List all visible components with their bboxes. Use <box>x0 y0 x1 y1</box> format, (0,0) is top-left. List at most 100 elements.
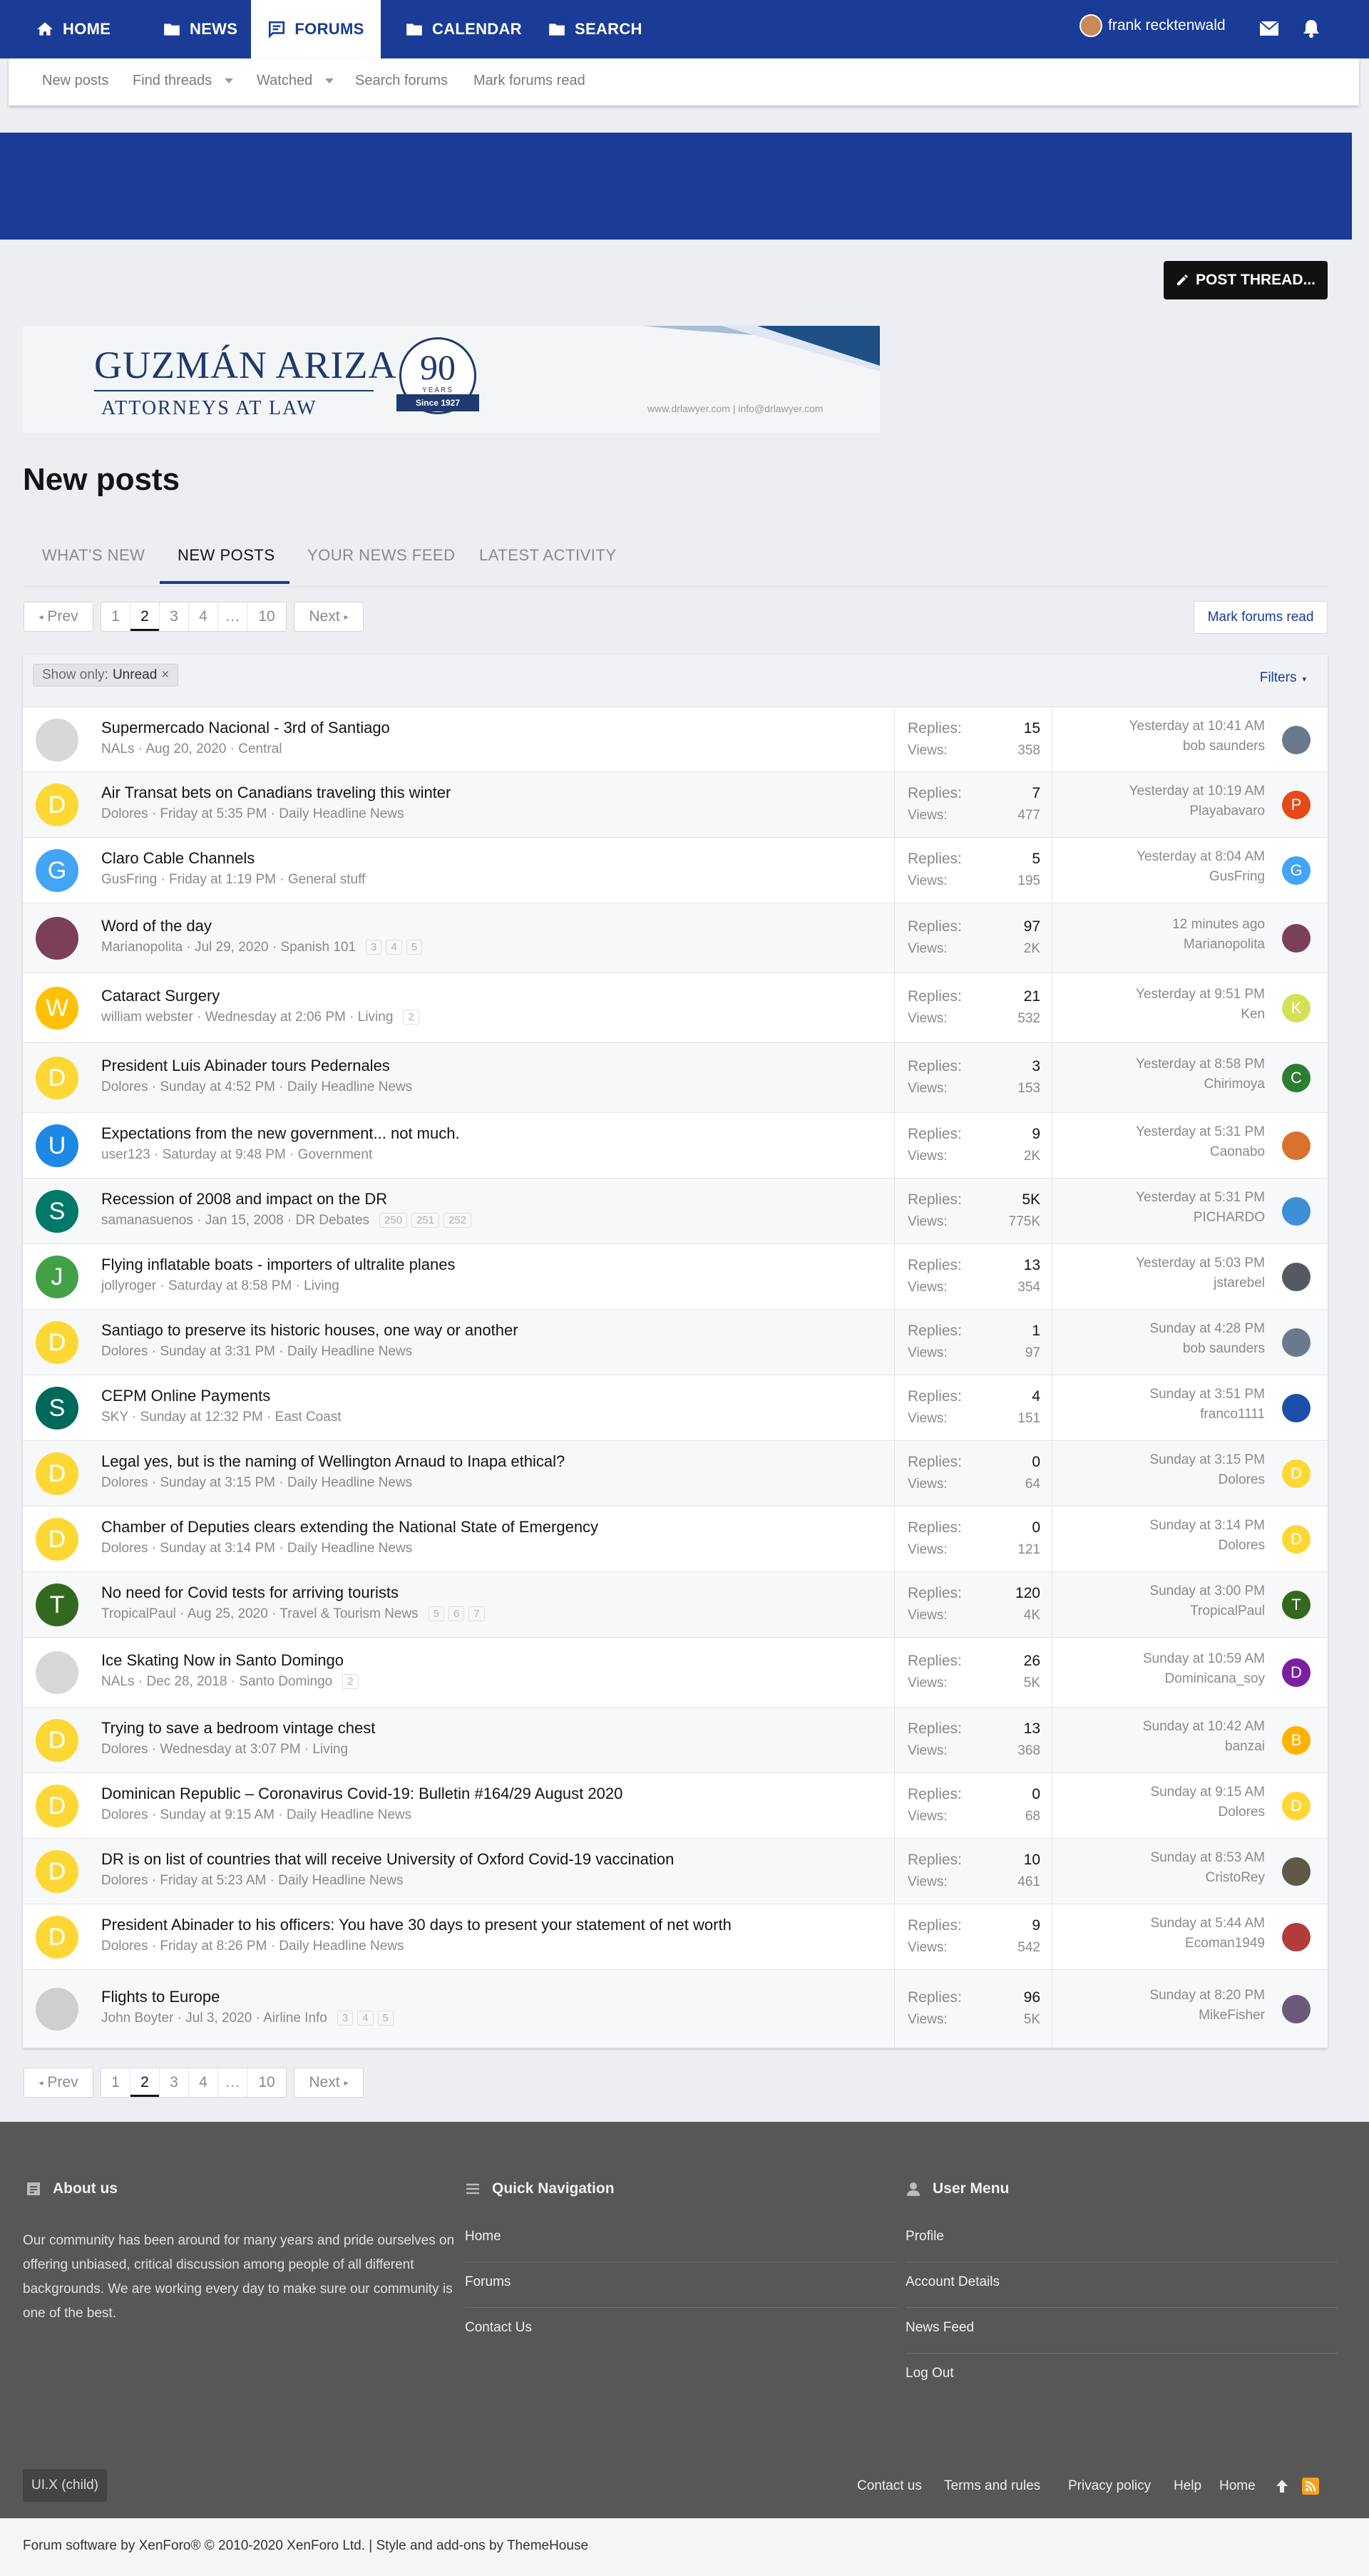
avatar[interactable]: D <box>36 1916 78 1959</box>
avatar[interactable] <box>36 1651 78 1694</box>
tab-new-posts[interactable]: NEW POSTS <box>178 546 275 565</box>
mark-forums-read-button[interactable]: Mark forums read <box>1194 601 1328 634</box>
page-jump[interactable]: … <box>218 2068 247 2097</box>
thread-title[interactable]: Chamber of Deputies clears extending the… <box>101 1518 598 1536</box>
last-post-time[interactable]: Yesterday at 10:19 AM <box>1129 784 1265 799</box>
thread-title[interactable]: Air Transat bets on Canadians traveling … <box>101 784 451 802</box>
last-post-time[interactable]: 12 minutes ago <box>1172 917 1265 933</box>
thread-page-link[interactable]: 250 <box>379 1213 408 1228</box>
thread-forum[interactable]: Spanish 101 <box>280 940 356 955</box>
close-icon[interactable]: × <box>161 667 169 683</box>
last-post-time[interactable]: Yesterday at 5:03 PM <box>1136 1256 1265 1271</box>
last-poster[interactable]: franco1111 <box>1200 1407 1265 1422</box>
nav-tab-home[interactable]: HOME <box>36 0 111 58</box>
thread-forum[interactable]: Living <box>304 1278 339 1293</box>
page-link[interactable]: 4 <box>189 602 218 631</box>
thread-title[interactable]: Word of the day <box>101 917 212 935</box>
last-poster-avatar[interactable]: K <box>1282 994 1311 1022</box>
nav-tab-news[interactable]: NEWS <box>163 0 237 58</box>
post-thread-button[interactable]: POST THREAD... <box>1164 261 1328 299</box>
page-link-current[interactable]: 2 <box>130 2068 160 2097</box>
last-poster-avatar[interactable] <box>1282 1857 1311 1886</box>
nav-tab-calendar[interactable]: CALENDAR <box>405 0 522 58</box>
page-link[interactable]: 1 <box>101 2068 130 2097</box>
thread-forum[interactable]: Daily Headline News <box>278 1873 403 1888</box>
thread-author[interactable]: Marianopolita <box>101 940 183 955</box>
thread-start-date[interactable]: Aug 25, 2020 <box>188 1606 268 1621</box>
last-poster-avatar[interactable]: T <box>1282 1591 1311 1619</box>
subnav-find-threads[interactable]: Find threads <box>133 73 234 89</box>
last-poster[interactable]: Dolores <box>1219 1805 1265 1820</box>
footer-link-log-out[interactable]: Log Out <box>906 2366 1338 2381</box>
unread-filter-chip[interactable]: Show only: Unread × <box>33 664 179 687</box>
thread-title[interactable]: CEPM Online Payments <box>101 1387 270 1405</box>
thread-title[interactable]: Dominican Republic – Coronavirus Covid-1… <box>101 1785 622 1803</box>
thread-title[interactable]: Expectations from the new government... … <box>101 1124 460 1143</box>
thread-forum[interactable]: Daily Headline News <box>287 1475 412 1490</box>
thread-page-link[interactable]: 252 <box>443 1213 472 1228</box>
footer-terms[interactable]: Terms and rules <box>944 2478 1040 2494</box>
last-poster-avatar[interactable] <box>1282 1132 1311 1160</box>
thread-author[interactable]: John Boyter <box>101 2011 173 2026</box>
thread-page-link[interactable]: 4 <box>386 940 402 955</box>
last-poster-avatar[interactable] <box>1282 1394 1311 1422</box>
last-post-time[interactable]: Sunday at 9:15 AM <box>1150 1785 1265 1800</box>
last-poster[interactable]: Dolores <box>1219 1472 1265 1488</box>
user-menu[interactable]: frank recktenwald <box>1080 14 1226 37</box>
thread-title[interactable]: Recession of 2008 and impact on the DR <box>101 1190 387 1209</box>
thread-page-link[interactable]: 7 <box>468 1606 485 1622</box>
last-poster[interactable]: TropicalPaul <box>1190 1603 1265 1619</box>
thread-page-link[interactable]: 2 <box>342 1674 359 1690</box>
last-poster[interactable]: Dominicana_soy <box>1165 1671 1265 1687</box>
page-link[interactable]: 3 <box>160 602 189 631</box>
thread-forum[interactable]: Daily Headline News <box>287 1344 412 1359</box>
last-post-time[interactable]: Sunday at 3:00 PM <box>1149 1584 1265 1599</box>
last-poster[interactable]: Marianopolita <box>1184 937 1265 953</box>
thread-row[interactable]: D President Luis Abinader tours Pedernale… <box>23 1043 1328 1113</box>
thread-author[interactable]: Dolores <box>101 1344 148 1359</box>
avatar[interactable]: D <box>36 1452 78 1495</box>
avatar[interactable]: S <box>36 1387 78 1430</box>
avatar[interactable]: D <box>36 1719 78 1762</box>
footer-contact-us[interactable]: Contact us <box>857 2478 922 2494</box>
thread-title[interactable]: Supermercado Nacional - 3rd of Santiago <box>101 719 390 737</box>
thread-page-link[interactable]: 2 <box>403 1010 419 1025</box>
thread-title[interactable]: Ice Skating Now in Santo Domingo <box>101 1651 344 1670</box>
last-post-time[interactable]: Yesterday at 5:31 PM <box>1136 1190 1265 1206</box>
thread-row[interactable]: S Recession of 2008 and impact on the DR s… <box>23 1179 1328 1244</box>
thread-start-date[interactable]: Dec 28, 2018 <box>146 1674 227 1689</box>
thread-row[interactable]: D Dominican Republic – Coronavirus Covid-… <box>23 1773 1328 1839</box>
next-page-button[interactable]: Next ▸ <box>294 602 364 632</box>
footer-link-account-details[interactable]: Account Details <box>906 2274 1338 2290</box>
last-poster[interactable]: jstarebel <box>1214 1276 1265 1291</box>
footer-privacy[interactable]: Privacy policy <box>1068 2478 1151 2494</box>
page-link[interactable]: 4 <box>189 2068 218 2097</box>
thread-title[interactable]: Legal yes, but is the naming of Wellingt… <box>101 1452 565 1471</box>
thread-row[interactable]: Word of the day Marianopolita · Jul 29, 2… <box>23 903 1328 973</box>
style-chooser[interactable]: UI.X (child) <box>23 2469 107 2502</box>
thread-start-date[interactable]: Aug 20, 2020 <box>145 742 226 756</box>
last-poster-avatar[interactable] <box>1282 725 1311 754</box>
last-poster-avatar[interactable]: D <box>1282 1525 1311 1554</box>
thread-forum[interactable]: DR Debates <box>296 1213 370 1228</box>
avatar[interactable]: D <box>36 784 78 826</box>
thread-page-link[interactable]: 6 <box>448 1606 465 1622</box>
tab-whats-new[interactable]: WHAT'S NEW <box>42 546 145 565</box>
last-poster[interactable]: Playabavaro <box>1189 804 1265 819</box>
filters-menu[interactable]: Filters ▾ <box>1260 670 1306 686</box>
page-jump[interactable]: … <box>218 602 247 631</box>
thread-author[interactable]: Dolores <box>101 1873 148 1888</box>
last-poster-avatar[interactable]: B <box>1282 1726 1311 1755</box>
last-poster-avatar[interactable]: D <box>1282 1792 1311 1820</box>
subnav-new-posts[interactable]: New posts <box>42 73 108 89</box>
tab-your-news-feed[interactable]: YOUR NEWS FEED <box>307 546 455 565</box>
thread-start-date[interactable]: Sunday at 4:52 PM <box>160 1079 275 1094</box>
page-link[interactable]: 1 <box>101 602 130 631</box>
thread-row[interactable]: Ice Skating Now in Santo Domingo NALs · D… <box>23 1638 1328 1708</box>
thread-start-date[interactable]: Sunday at 3:31 PM <box>160 1344 275 1359</box>
last-poster[interactable]: banzai <box>1225 1739 1265 1755</box>
thread-row[interactable]: J Flying inflatable boats - importers of … <box>23 1244 1328 1310</box>
thread-page-link[interactable]: 3 <box>337 2011 354 2026</box>
thread-start-date[interactable]: Friday at 5:23 AM <box>160 1873 266 1888</box>
last-post-time[interactable]: Yesterday at 9:51 PM <box>1136 987 1265 1002</box>
